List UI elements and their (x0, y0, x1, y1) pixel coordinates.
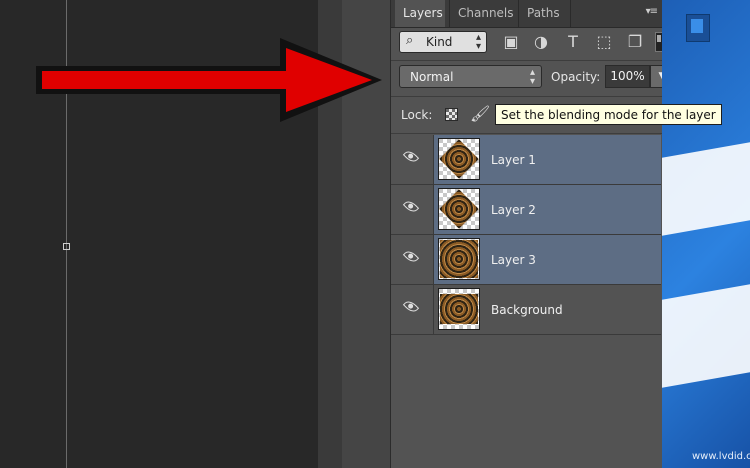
opacity-input[interactable]: 100% (605, 65, 650, 88)
shape-filter-icon[interactable]: ⬚ (594, 32, 614, 52)
layer-thumbnail (438, 188, 480, 230)
layer-thumbnail (438, 238, 480, 280)
updown-arrow-icon: ▴ ▾ (529, 67, 535, 87)
panel-menu-icon[interactable]: ▾≡ (646, 6, 658, 17)
blend-row: Normal ▴ ▾ Opacity: 100% (391, 62, 663, 92)
filter-kind-label: Kind (426, 35, 453, 49)
transform-handle[interactable] (63, 243, 70, 250)
visibility-cell[interactable] (391, 235, 434, 284)
blend-mode-tooltip: Set the blending mode for the layer (495, 104, 722, 125)
desktop-app-icon[interactable] (686, 14, 710, 42)
thumbnail-art (440, 294, 478, 324)
tab-layers[interactable]: Layers (395, 0, 445, 27)
layer-name: Layer 2 (491, 203, 536, 217)
eye-icon[interactable] (402, 298, 420, 315)
adjustment-filter-icon[interactable]: ◑ (531, 32, 551, 52)
lock-label: Lock: (401, 108, 433, 122)
layers-panel: Layers Channels Paths ▾≡ ⌕ Kind ▴ ▾ ▣ ◑ T… (390, 0, 663, 468)
layer-thumbnail (438, 138, 480, 180)
layer-name: Background (491, 303, 563, 317)
search-icon: ⌕ (406, 33, 414, 48)
visibility-cell[interactable] (391, 285, 434, 334)
layer-row-layer-3[interactable]: Layer 3 (391, 235, 661, 285)
layer-thumbnail (438, 288, 480, 330)
red-arrow-annotation (36, 38, 382, 122)
layer-row-background[interactable]: Background (391, 285, 661, 335)
layer-name: Layer 1 (491, 153, 536, 167)
blend-mode-value: Normal (410, 70, 454, 84)
filter-kind-select[interactable]: ⌕ Kind ▴ ▾ (399, 31, 487, 53)
thumbnail-art (439, 189, 479, 229)
layer-row-layer-2[interactable]: Layer 2 (391, 185, 661, 235)
visibility-cell[interactable] (391, 135, 434, 184)
divider (391, 133, 663, 134)
layer-name: Layer 3 (491, 253, 536, 267)
divider (391, 60, 663, 61)
thumbnail-art (439, 139, 479, 179)
tab-channels[interactable]: Channels (449, 0, 519, 27)
watermark: www.lvdid.com (692, 451, 750, 462)
desktop-light-band (662, 142, 750, 236)
updown-arrow-icon: ▴ ▾ (475, 32, 481, 52)
tab-paths[interactable]: Paths (519, 0, 571, 27)
desktop-light-band (662, 284, 750, 388)
pixel-filter-icon[interactable]: ▣ (501, 32, 521, 52)
opacity-label: Opacity: (551, 70, 601, 84)
lock-transparency-icon[interactable] (445, 108, 458, 121)
blend-mode-select[interactable]: Normal ▴ ▾ (399, 65, 542, 88)
divider (391, 96, 663, 97)
type-filter-icon[interactable]: T (563, 32, 583, 52)
panel-tabbar: Layers Channels Paths ▾≡ (391, 0, 663, 28)
eye-icon[interactable] (402, 248, 420, 265)
eye-icon[interactable] (402, 148, 420, 165)
lock-pixels-brush-icon[interactable]: 🖌 (470, 104, 490, 123)
visibility-cell[interactable] (391, 185, 434, 234)
eye-icon[interactable] (402, 198, 420, 215)
desktop-background (662, 0, 750, 468)
layer-row-layer-1[interactable]: Layer 1 (391, 135, 661, 185)
smart-object-filter-icon[interactable]: ❐ (625, 32, 645, 52)
filter-row: ⌕ Kind ▴ ▾ ▣ ◑ T ⬚ ❐ (391, 28, 663, 58)
thumbnail-art (440, 240, 478, 278)
